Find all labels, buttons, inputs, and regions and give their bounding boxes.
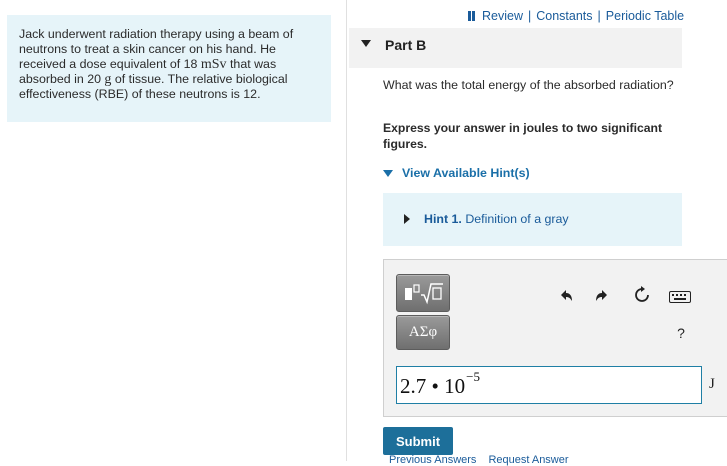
submit-button[interactable]: Submit: [383, 427, 453, 455]
dose-unit: mSv: [200, 57, 227, 72]
instruction-text: Express your answer in joules to two sig…: [383, 121, 663, 151]
chevron-down-icon: [383, 169, 393, 177]
previous-answers-link[interactable]: Previous Answers: [389, 454, 476, 466]
keyboard-icon[interactable]: [669, 287, 691, 307]
collapse-arrow-icon[interactable]: [361, 40, 371, 47]
undo-icon[interactable]: [556, 286, 576, 306]
periodic-table-link[interactable]: Periodic Table: [606, 9, 684, 23]
hint-1-link[interactable]: Hint 1. Definition of a gray: [424, 212, 569, 226]
redo-icon[interactable]: [592, 286, 612, 306]
templates-button[interactable]: [396, 274, 450, 312]
templates-icon: [405, 283, 443, 305]
answer-exponent: −5: [466, 369, 480, 384]
hint-1-number: Hint 1.: [424, 212, 462, 226]
review-icon: [468, 11, 475, 21]
help-button[interactable]: ?: [671, 323, 691, 343]
request-answer-link[interactable]: Request Answer: [488, 454, 568, 466]
answer-unit: J: [709, 376, 715, 392]
greek-symbols-button[interactable]: ΑΣφ: [396, 315, 450, 350]
part-title: Part B: [385, 37, 427, 53]
link-separator: |: [597, 9, 601, 23]
view-hints-label: View Available Hint(s): [402, 166, 530, 180]
link-separator: |: [528, 9, 532, 23]
answer-actions: Previous Answers Request Answer: [389, 454, 569, 466]
chevron-right-icon[interactable]: [404, 214, 410, 224]
answer-mantissa: 2.7: [400, 374, 427, 398]
answer-base: 10: [444, 374, 466, 398]
constants-link[interactable]: Constants: [536, 9, 592, 23]
view-hints-toggle[interactable]: View Available Hint(s): [383, 166, 530, 180]
answer-input[interactable]: 2.7 • 10−5: [396, 366, 702, 404]
reset-icon[interactable]: [632, 285, 652, 305]
review-link[interactable]: Review: [482, 9, 523, 23]
answer-multiply-dot: •: [431, 374, 439, 398]
question-text: What was the total energy of the absorbe…: [383, 78, 674, 92]
problem-statement: Jack underwent radiation therapy using a…: [7, 15, 331, 122]
hint-1-title: Definition of a gray: [461, 212, 569, 226]
column-divider: [346, 0, 347, 461]
top-links: Review | Constants | Periodic Table: [468, 9, 684, 23]
